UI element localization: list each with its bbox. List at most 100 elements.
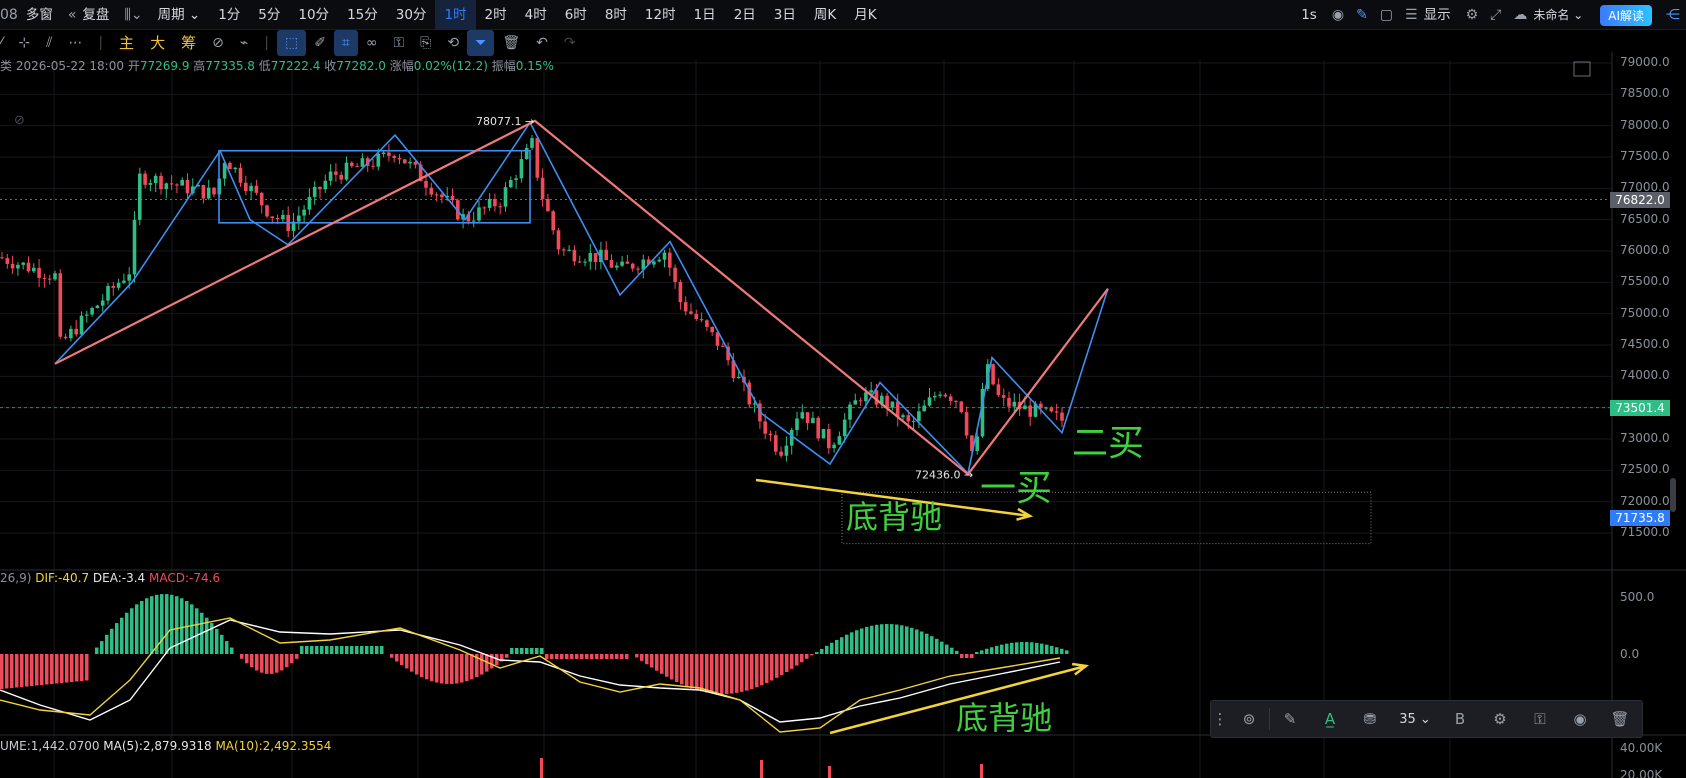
- macd-bar: [245, 654, 249, 664]
- candle-body: [779, 451, 783, 456]
- candle-body: [890, 401, 895, 408]
- macd-bar: [640, 654, 644, 661]
- price-axis-tick: 75500.0: [1620, 274, 1670, 289]
- price-axis-tick: 77500.0: [1620, 149, 1670, 163]
- macd-bar: [835, 639, 839, 654]
- price-divergence-label: 底背驰: [846, 498, 942, 536]
- price-axis-tick: 73000.0: [1620, 431, 1670, 445]
- settings-icon[interactable]: ⚙: [1480, 710, 1520, 728]
- settings-icon[interactable]: ⚙: [1460, 7, 1485, 23]
- macd-bar: [280, 654, 284, 671]
- fullscreen-icon[interactable]: ⤢: [1484, 7, 1507, 23]
- text-color-icon[interactable]: A̲: [1310, 710, 1350, 728]
- candle-body: [800, 412, 805, 419]
- macd-bar: [60, 654, 64, 683]
- interval-12h[interactable]: 12时: [636, 0, 685, 30]
- first-buy-label: 一买: [980, 468, 1052, 509]
- candle-body: [254, 185, 259, 193]
- macd-bar: [1000, 644, 1004, 654]
- interval-10m[interactable]: 10分: [289, 0, 338, 30]
- ai-analysis-button[interactable]: AI解读: [1600, 4, 1652, 26]
- candle-body: [74, 328, 78, 335]
- macd-bar: [1015, 642, 1019, 654]
- interval-30m[interactable]: 30分: [387, 0, 436, 30]
- macd-bar: [425, 654, 429, 680]
- drag-handle-icon[interactable]: ⋮: [1211, 710, 1229, 728]
- macd-bar: [625, 654, 629, 659]
- high-price-label: 78077.1 →: [476, 115, 534, 128]
- interval-month[interactable]: 月K: [845, 0, 885, 30]
- period-dropdown[interactable]: 周期 ⌄: [149, 0, 210, 30]
- macd-bar: [375, 646, 379, 654]
- macd-dea: DEA:-3.4: [92, 571, 146, 585]
- candle-body: [482, 207, 487, 209]
- candle-body: [371, 165, 375, 167]
- candle-body: [206, 187, 211, 199]
- interval-4h[interactable]: 4时: [516, 0, 556, 30]
- macd-bar: [35, 654, 39, 686]
- macd-bar: [750, 654, 754, 690]
- share-icon[interactable]: ⋲: [1660, 7, 1686, 23]
- macd-bar: [20, 654, 24, 687]
- candle-body: [350, 162, 354, 167]
- candle-body: [1001, 395, 1006, 398]
- lock-icon[interactable]: ⚿: [1520, 710, 1560, 728]
- candle-body: [789, 429, 794, 446]
- replay-button[interactable]: 复盘: [82, 0, 118, 30]
- interval-2d[interactable]: 2日: [725, 0, 765, 30]
- layout-name-dropdown[interactable]: 未命名 ⌄: [1533, 0, 1592, 30]
- candle-body: [153, 175, 158, 184]
- low-value: 77222.4: [270, 59, 321, 73]
- font-size-select[interactable]: 35 ⌄: [1390, 712, 1440, 727]
- candle-body: [244, 182, 248, 192]
- template-icon[interactable]: ⊚: [1229, 710, 1269, 728]
- macd-bar: [795, 654, 799, 666]
- candle-body: [694, 313, 699, 320]
- interval-6h[interactable]: 6时: [556, 0, 596, 30]
- layout-icon[interactable]: ▢: [1374, 7, 1399, 23]
- interval-5m[interactable]: 5分: [249, 0, 289, 30]
- edit-icon[interactable]: ✎: [1270, 710, 1310, 728]
- candle-body: [673, 267, 677, 282]
- interval-8h[interactable]: 8时: [596, 0, 636, 30]
- candle-body: [662, 252, 667, 260]
- candle-body: [5, 258, 10, 264]
- candlestick-type-icon[interactable]: ⫼⌄: [118, 7, 148, 23]
- delete-icon[interactable]: 🗑: [1600, 710, 1640, 728]
- interval-1h[interactable]: 1时: [435, 0, 476, 30]
- candle-body: [954, 400, 958, 402]
- interval-3d[interactable]: 3日: [765, 0, 805, 30]
- price-axis-tick: 76000.0: [1620, 243, 1670, 257]
- second-buy-label: 二买: [1072, 423, 1144, 464]
- list-icon[interactable]: ☰: [1399, 7, 1424, 23]
- fill-color-icon[interactable]: ⛃: [1350, 710, 1390, 728]
- interval-15m[interactable]: 15分: [338, 0, 387, 30]
- bold-button[interactable]: B: [1440, 710, 1480, 728]
- pen-icon[interactable]: ✎: [1350, 7, 1374, 23]
- volume-info: UME:1,442.0700 MA(5):2,879.9318 MA(10):2…: [0, 739, 331, 753]
- candle-body: [524, 147, 529, 160]
- macd-bar: [870, 625, 874, 654]
- macd-bar: [250, 654, 254, 668]
- macd-bar: [50, 654, 54, 684]
- interval-2h[interactable]: 2时: [476, 0, 516, 30]
- candle-body: [1023, 405, 1027, 410]
- interval-week[interactable]: 周K: [805, 0, 845, 30]
- macd-value: MACD:-74.6: [149, 571, 221, 585]
- macd-bar: [770, 654, 774, 681]
- macd-bar: [850, 632, 854, 654]
- grid-icon[interactable]: 08: [0, 7, 24, 23]
- interval-1m[interactable]: 1分: [209, 0, 249, 30]
- candle-body: [1049, 407, 1054, 412]
- refresh-rate[interactable]: 1s: [1292, 0, 1326, 30]
- display-button[interactable]: 显示: [1424, 0, 1460, 30]
- price-chart[interactable]: 78077.1 →72436.0 →二买一买底背驰底背驰⊘: [0, 52, 1686, 778]
- interval-1d[interactable]: 1日: [685, 0, 725, 30]
- macd-bar: [285, 654, 289, 668]
- visibility-icon[interactable]: ◉: [1560, 710, 1600, 728]
- camera-icon[interactable]: ◉: [1326, 7, 1350, 23]
- candle-body: [111, 286, 116, 288]
- multi-window-button[interactable]: 多窗: [24, 0, 62, 30]
- candle-body: [705, 320, 709, 327]
- macd-bar: [1060, 648, 1064, 654]
